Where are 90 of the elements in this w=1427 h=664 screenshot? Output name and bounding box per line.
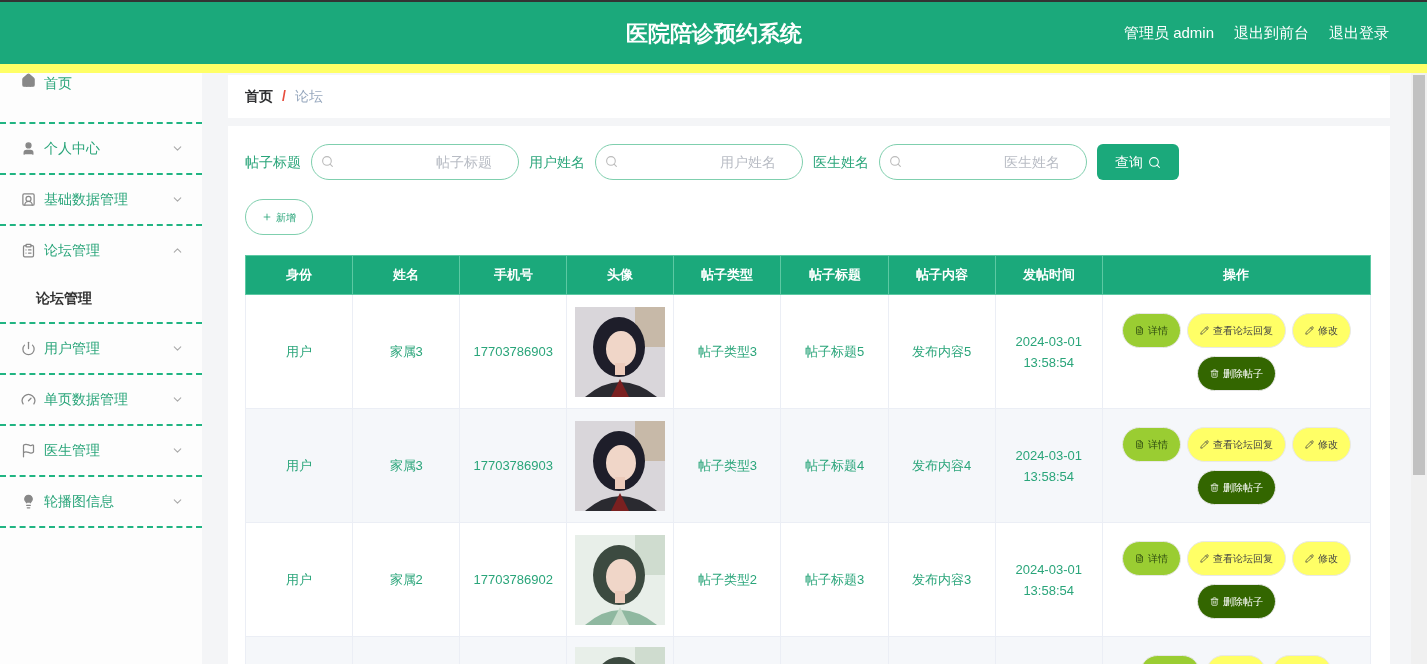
table-cell: 家属3 xyxy=(389,343,423,359)
header-link[interactable]: 管理员 admin xyxy=(1123,21,1214,45)
pencil-icon xyxy=(1199,553,1209,563)
edit-button[interactable]: 修改 xyxy=(1291,540,1351,576)
column-header: 帖子内容 xyxy=(888,255,996,295)
search-field[interactable]: 用户姓名 xyxy=(595,144,803,180)
pencil-icon xyxy=(1304,325,1314,335)
table-cell: 发布内容4 xyxy=(912,457,972,473)
table-cell: 用户 xyxy=(286,571,313,587)
table-cell: 家属2 xyxy=(389,571,423,587)
search-icon xyxy=(321,155,334,168)
lightbulb-icon xyxy=(21,494,36,509)
sidebar-item[interactable]: 用户管理 xyxy=(0,324,202,373)
submenu-item[interactable]: 论坛管理 xyxy=(0,275,202,322)
table-cell: 用户 xyxy=(286,343,313,359)
sidebar-item[interactable]: 单页数据管理 xyxy=(0,375,202,424)
document-icon xyxy=(1134,439,1144,449)
table-cell: 家属3 xyxy=(389,457,423,473)
delete-post-button[interactable]: 删除帖子 xyxy=(1196,583,1276,619)
sidebar-item[interactable]: 医生管理 xyxy=(0,426,202,475)
column-header: 帖子标题 xyxy=(780,255,889,295)
field-label: 用户姓名 xyxy=(529,152,585,172)
gauge-icon xyxy=(21,392,36,407)
table-cell-text: 2024-03-01 13:58:54 xyxy=(1014,332,1083,372)
field-label: 医生姓名 xyxy=(813,152,869,172)
table-cell: 帖子标题5 xyxy=(804,343,865,359)
column-header: 帖子类型 xyxy=(673,255,781,295)
column-header: 发帖时间 xyxy=(995,255,1103,295)
trash-icon xyxy=(1209,482,1219,492)
user-badge-icon xyxy=(21,192,36,207)
breadcrumb-item: 论坛 xyxy=(294,87,323,106)
pencil-icon xyxy=(1199,439,1209,449)
edit-button[interactable]: 修改 xyxy=(1291,426,1351,462)
column-header: 身份 xyxy=(245,255,353,295)
search-icon xyxy=(889,155,902,168)
table-cell: 帖子标题3 xyxy=(804,571,865,587)
clipboard-icon xyxy=(21,243,36,258)
table-cell: 帖子标题4 xyxy=(804,457,865,473)
column-header: 操作 xyxy=(1102,255,1371,295)
sidebar-item[interactable]: 首页 xyxy=(0,73,202,122)
view-replies-button[interactable]: 查看论坛回复 xyxy=(1186,312,1286,348)
column-header: 头像 xyxy=(566,255,674,295)
sidebar-item[interactable]: 论坛管理 xyxy=(0,226,202,275)
user-icon xyxy=(21,141,36,156)
document-icon xyxy=(1134,553,1144,563)
plus-icon xyxy=(262,212,272,222)
table-cell: 17703786902 xyxy=(473,571,553,587)
details-button[interactable]: 详情 xyxy=(1121,426,1181,462)
breadcrumb-item[interactable]: 首页 xyxy=(245,86,273,107)
view-replies-button[interactable]: 查看论坛回复 xyxy=(1186,426,1286,462)
field-label: 帖子标题 xyxy=(245,152,301,172)
header-link[interactable]: 退出到前台 xyxy=(1234,21,1309,45)
app-title: 医院陪诊预约系统 xyxy=(625,19,802,48)
view-replies-button[interactable]: 查看论坛回复 xyxy=(1186,540,1286,576)
table-cell: 用户 xyxy=(286,457,313,473)
document-icon xyxy=(1134,325,1144,335)
column-header: 手机号 xyxy=(459,255,567,295)
table-cell-text: 2024-03-01 13:58:54 xyxy=(1014,446,1083,486)
table-cell: 17703786903 xyxy=(473,457,553,473)
search-icon xyxy=(1148,155,1161,169)
pencil-icon xyxy=(1304,439,1314,449)
home-icon xyxy=(21,73,36,88)
search-field[interactable]: 帖子标题 xyxy=(311,144,519,180)
search-field[interactable]: 医生姓名 xyxy=(879,144,1087,180)
delete-post-button[interactable]: 删除帖子 xyxy=(1196,469,1276,505)
trash-icon xyxy=(1209,368,1219,378)
table-cell: 帖子类型3 xyxy=(697,343,758,359)
table-cell: 帖子类型2 xyxy=(697,571,758,587)
trash-icon xyxy=(1209,596,1219,606)
table-cell: 17703786903 xyxy=(473,343,553,359)
search-button[interactable]: 查询 xyxy=(1097,144,1179,180)
breadcrumb-separator: / xyxy=(282,87,286,106)
table-cell: 发布内容3 xyxy=(912,571,972,587)
search-icon xyxy=(605,155,618,168)
sidebar-item[interactable]: 轮播图信息 xyxy=(0,477,202,526)
table-cell: 发布内容5 xyxy=(912,343,972,359)
edit-button[interactable]: 修改 xyxy=(1291,312,1351,348)
flag-icon xyxy=(21,443,36,458)
table-cell-text: 2024-03-01 13:58:54 xyxy=(1014,560,1083,600)
details-button[interactable]: 详情 xyxy=(1121,540,1181,576)
power-icon xyxy=(21,341,36,356)
column-header: 姓名 xyxy=(352,255,460,295)
sidebar-item[interactable]: 基础数据管理 xyxy=(0,175,202,224)
delete-post-button[interactable]: 删除帖子 xyxy=(1196,355,1276,391)
details-button[interactable]: 详情 xyxy=(1121,312,1181,348)
sidebar-item[interactable]: 个人中心 xyxy=(0,124,202,173)
pencil-icon xyxy=(1199,325,1209,335)
pencil-icon xyxy=(1304,553,1314,563)
header-link[interactable]: 退出登录 xyxy=(1329,21,1389,45)
table-cell: 帖子类型3 xyxy=(697,457,758,473)
